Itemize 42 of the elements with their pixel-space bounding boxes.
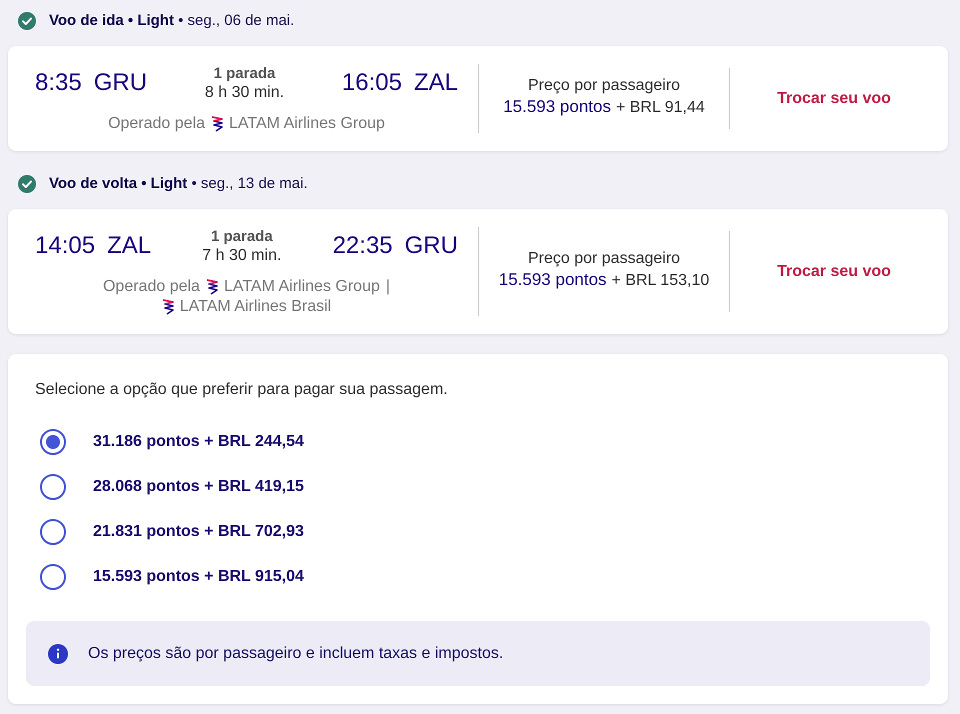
price-points: 15.593 pontos — [498, 268, 607, 290]
payment-option-label[interactable]: 28.068 pontos + BRL 419,15 — [93, 478, 304, 496]
arrival-airport: GRU — [404, 231, 458, 261]
airline-logo-icon — [162, 299, 174, 315]
radio-button[interactable] — [40, 564, 66, 590]
payment-option-label[interactable]: 21.831 pontos + BRL 702,93 — [93, 522, 304, 540]
operated-by-label: Operado pela — [102, 277, 200, 297]
price-label: Preço por passageiro — [528, 248, 680, 268]
operated-by-label: Operado pela — [108, 114, 206, 134]
price-cash: + BRL 91,44 — [616, 98, 705, 118]
carrier-separator: | — [386, 277, 390, 297]
radio-button[interactable] — [40, 474, 66, 500]
price-label: Preço por passageiro — [528, 76, 680, 96]
radio-button[interactable] — [40, 428, 66, 454]
departure-time: 14:05 — [35, 231, 96, 261]
carrier-name: LATAM Airlines Brasil — [180, 297, 332, 317]
payment-prompt: Selecione a opção que preferir para pagar sua passagem. — [34, 380, 449, 400]
price-points: 15.593 pontos — [503, 96, 611, 116]
change-flight-link[interactable]: Trocar seu voo — [777, 90, 891, 108]
flight-leg-title: Voo de ida • Light • seg., 06 de mai. — [49, 12, 294, 29]
airline-logo-icon — [206, 279, 218, 295]
stops-count: 1 parada — [214, 64, 276, 83]
flight-duration: 7 h 30 min. — [202, 246, 282, 265]
arrival-airport: ZAL — [414, 68, 458, 98]
info-icon — [48, 644, 68, 664]
departure-airport: ZAL — [107, 231, 152, 261]
stops-count: 1 parada — [210, 227, 273, 246]
price-cash: + BRL 153,10 — [612, 270, 710, 290]
arrival-time: 16:05 — [342, 68, 402, 98]
radio-button[interactable] — [40, 518, 66, 544]
change-flight-link[interactable]: Trocar seu voo — [777, 262, 891, 280]
payment-option-label[interactable]: 31.186 pontos + BRL 244,54 — [93, 432, 304, 450]
departure-time: 8:35 — [35, 68, 82, 98]
flight-leg-title: Voo de volta • Light • seg., 13 de mai. — [49, 175, 308, 192]
carrier-name: LATAM Airlines Group — [229, 114, 385, 134]
payment-option-label[interactable]: 15.593 pontos + BRL 915,04 — [93, 568, 304, 586]
carrier-name: LATAM Airlines Group — [224, 277, 380, 297]
airline-logo-icon — [211, 116, 224, 132]
arrival-time: 22:35 — [332, 231, 393, 261]
departure-airport: GRU — [94, 68, 148, 98]
flight-duration: 8 h 30 min. — [204, 83, 284, 102]
notice-text: Os preços são por passageiro e incluem taxas e impostos. — [88, 644, 504, 662]
